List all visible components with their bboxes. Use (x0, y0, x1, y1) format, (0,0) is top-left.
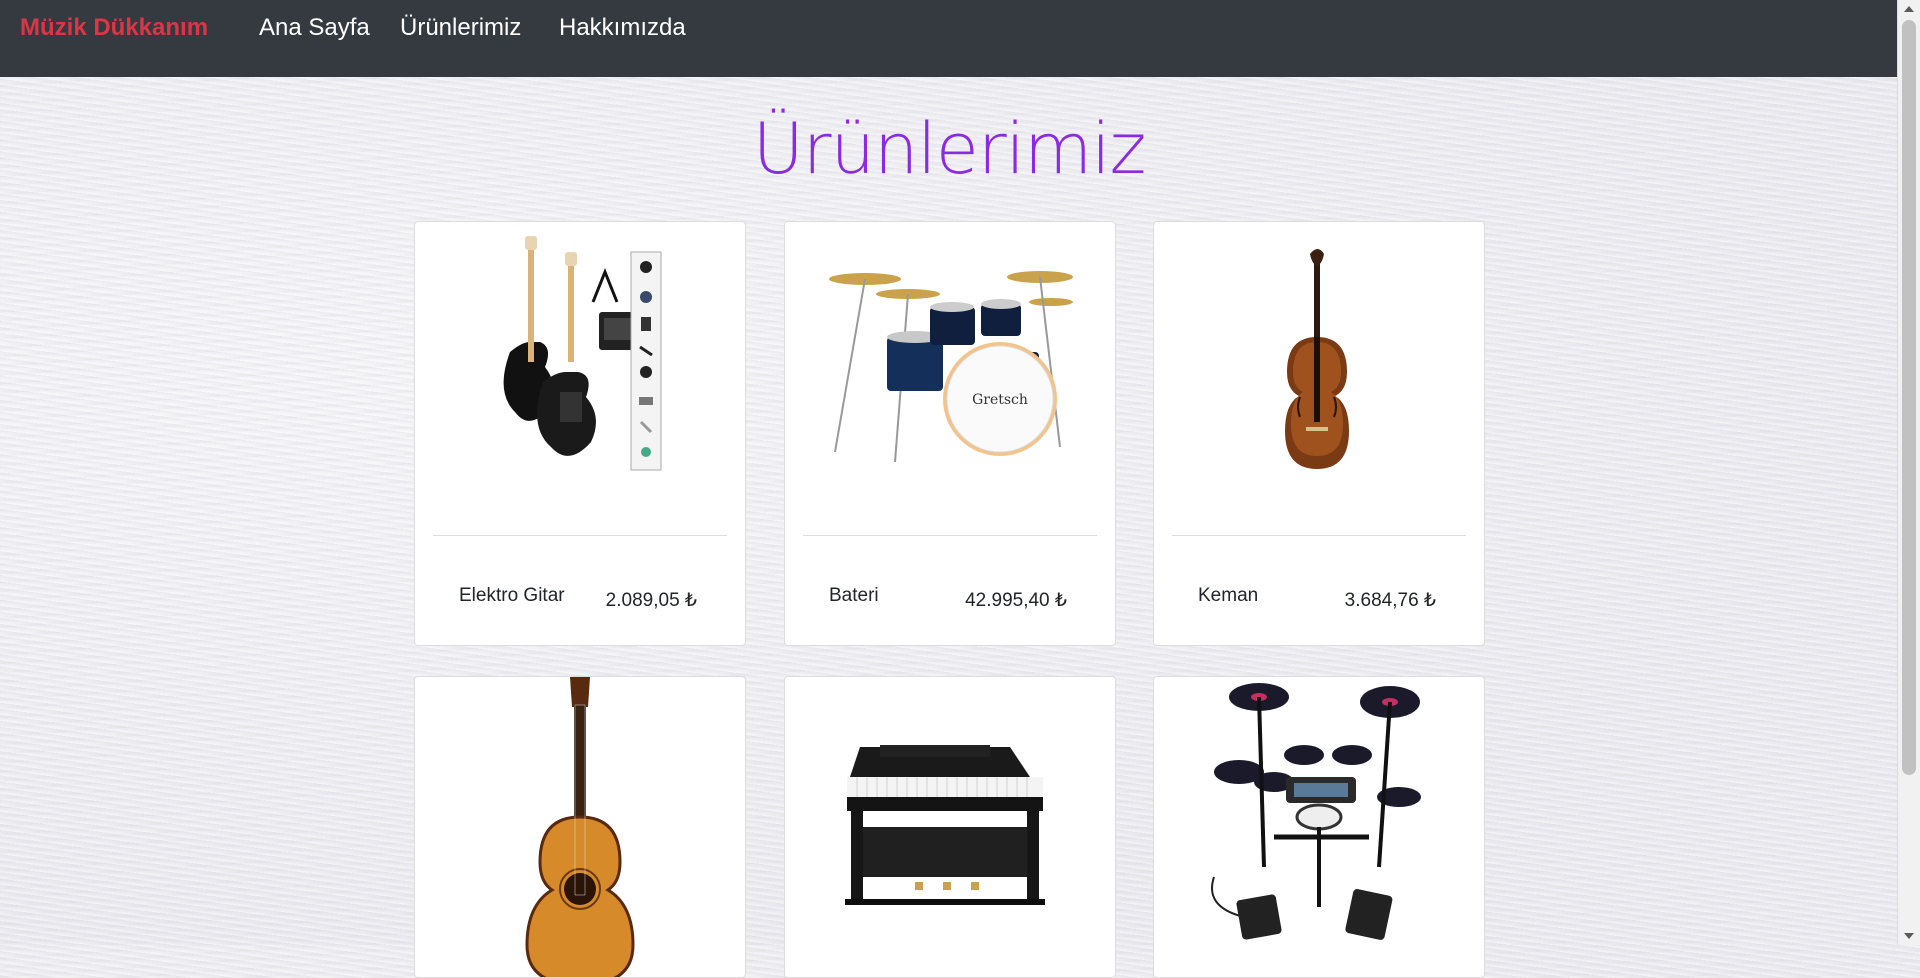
product-card[interactable] (1153, 676, 1485, 978)
drum-kit-icon: Gretsch (785, 222, 1115, 522)
page-title: Ürünlerimiz (752, 108, 1147, 190)
electric-guitar-icon (415, 222, 745, 522)
product-name: Keman (1198, 585, 1259, 606)
violin-icon (1154, 222, 1484, 522)
scrollbar-thumb[interactable] (1902, 20, 1916, 775)
card-divider (433, 535, 727, 536)
page-scrollbar[interactable] (1897, 0, 1920, 945)
scroll-up-icon[interactable] (1904, 6, 1914, 12)
product-name: Bateri (829, 585, 879, 606)
svg-text:Gretsch: Gretsch (972, 392, 1028, 408)
nav-link-products[interactable]: Ürünlerimiz (400, 14, 521, 42)
product-card[interactable]: Gretsch Bateri 42.995,40 ₺ (784, 221, 1116, 646)
product-card[interactable]: Keman 3.684,76 ₺ (1153, 221, 1485, 646)
acoustic-guitar-icon (415, 677, 745, 977)
scroll-down-icon[interactable] (1904, 933, 1914, 939)
product-card[interactable] (414, 676, 746, 978)
product-card[interactable]: Elektro Gitar 2.089,05 ₺ (414, 221, 746, 646)
product-price: 42.995,40 ₺ (965, 590, 1067, 611)
product-price: 2.089,05 ₺ (605, 590, 697, 611)
nav-link-about[interactable]: Hakkımızda (559, 14, 686, 42)
digital-piano-icon (785, 677, 1115, 977)
nav-link-home[interactable]: Ana Sayfa (259, 14, 370, 42)
electronic-drum-kit-icon (1154, 677, 1484, 977)
product-name: Elektro Gitar (459, 585, 565, 606)
product-price: 3.684,76 ₺ (1344, 590, 1436, 611)
product-card[interactable] (784, 676, 1116, 978)
navbar: Müzik Dükkanım Ana Sayfa Ürünlerimiz Hak… (0, 0, 1898, 77)
card-divider (1172, 535, 1466, 536)
brand-link[interactable]: Müzik Dükkanım (20, 14, 208, 42)
card-divider (803, 535, 1097, 536)
